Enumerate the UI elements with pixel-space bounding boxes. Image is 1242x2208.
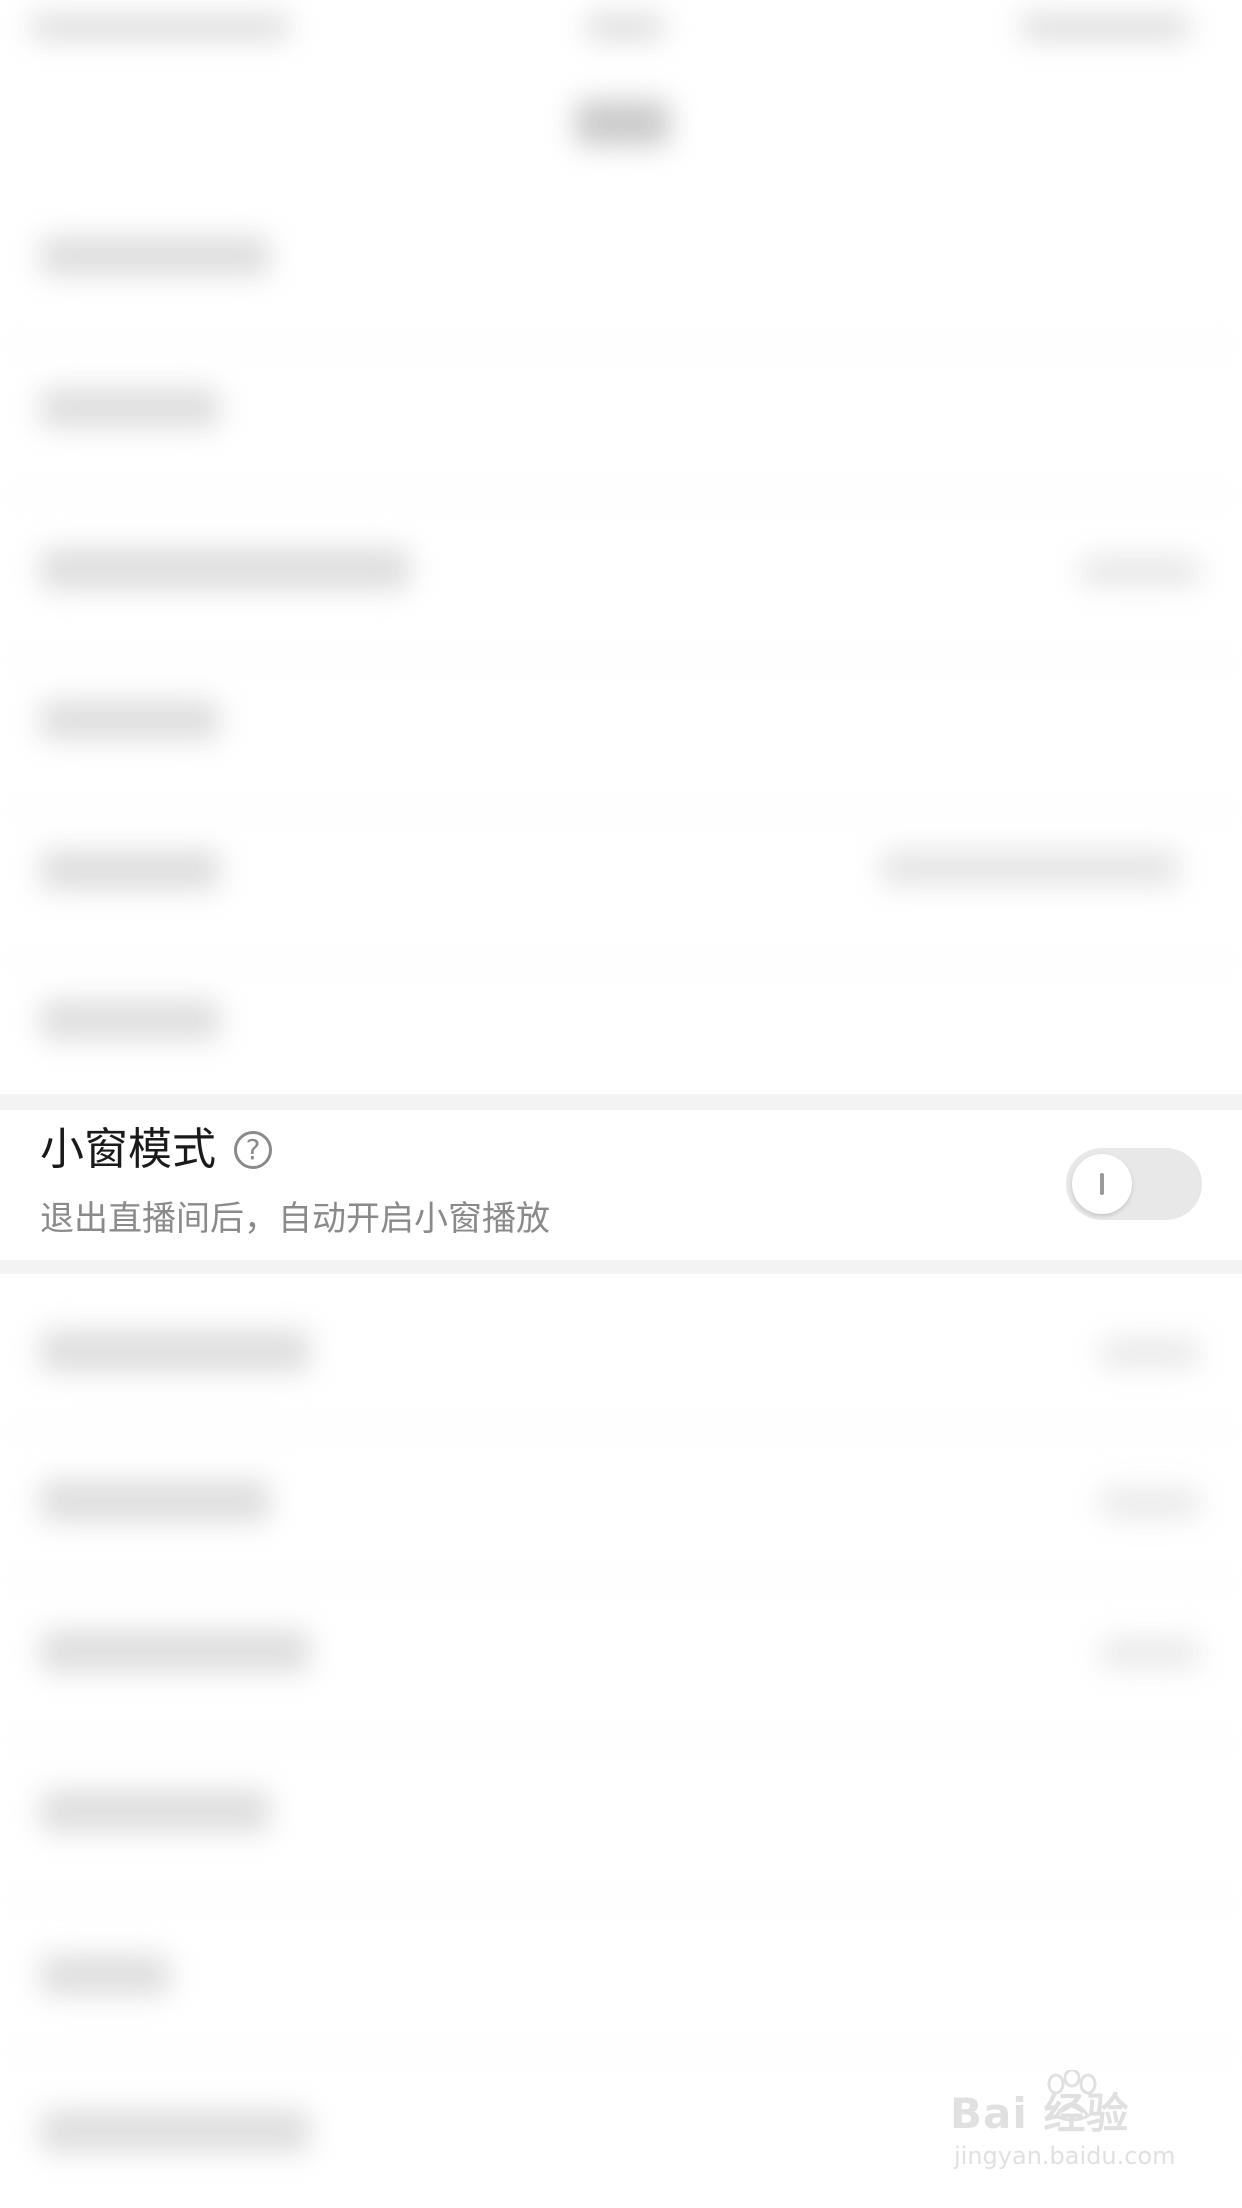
blurred-row-12 <box>40 2110 310 2152</box>
mini-window-mode-row[interactable]: 小窗模式 ? 退出直播间后，自动开启小窗播放 <box>0 1110 1242 1260</box>
blurred-row-5 <box>40 850 220 890</box>
blurred-page-title <box>575 100 670 146</box>
blurred-row-1 <box>40 236 270 276</box>
blurred-row-11 <box>40 1955 170 1995</box>
baidu-jingyan-watermark: Bai 经验 jingyan.baidu.com <box>950 2070 1190 2190</box>
blurred-divider <box>0 2050 1242 2052</box>
blurred-divider <box>0 660 1242 662</box>
blurred-row-9-value <box>1100 1638 1200 1668</box>
blurred-row-9 <box>40 1630 310 1672</box>
blurred-status-center <box>585 14 665 40</box>
blurred-divider <box>0 345 1242 347</box>
toggle-off-mark <box>1100 1173 1104 1195</box>
section-separator-bottom <box>0 1260 1242 1274</box>
question-circle-icon[interactable]: ? <box>234 1131 272 1169</box>
watermark-brand: Bai 经验 <box>950 2089 1130 2138</box>
blurred-row-3-value <box>1080 556 1200 586</box>
toggle-knob <box>1072 1154 1132 1214</box>
blurred-divider <box>0 495 1242 497</box>
blurred-row-8 <box>40 1480 270 1522</box>
blurred-status-left <box>30 14 290 40</box>
blurred-row-10 <box>40 1790 270 1832</box>
blurred-row-4 <box>40 700 220 740</box>
blurred-row-7-value <box>1100 1338 1200 1368</box>
blurred-row-2 <box>40 388 220 428</box>
blurred-divider <box>0 1740 1242 1742</box>
blurred-divider <box>0 960 1242 962</box>
setting-title-text: 小窗模式 <box>40 1124 216 1175</box>
blurred-divider <box>0 1580 1242 1582</box>
mini-window-mode-title: 小窗模式 ? <box>40 1128 272 1172</box>
blurred-row-7 <box>40 1330 310 1372</box>
blurred-row-6 <box>40 1000 220 1040</box>
blurred-divider <box>0 810 1242 812</box>
section-separator-top <box>0 1094 1242 1110</box>
blurred-row-3 <box>40 548 410 590</box>
blurred-row-8-value <box>1100 1488 1200 1518</box>
blurred-status-right <box>1020 14 1190 40</box>
blurred-divider <box>0 1900 1242 1902</box>
watermark-url: jingyan.baidu.com <box>954 2142 1176 2170</box>
mini-window-mode-toggle[interactable] <box>1066 1148 1202 1220</box>
blurred-divider <box>0 1430 1242 1432</box>
blurred-row-5-value <box>880 850 1180 886</box>
mini-window-mode-description: 退出直播间后，自动开启小窗播放 <box>40 1199 550 1239</box>
